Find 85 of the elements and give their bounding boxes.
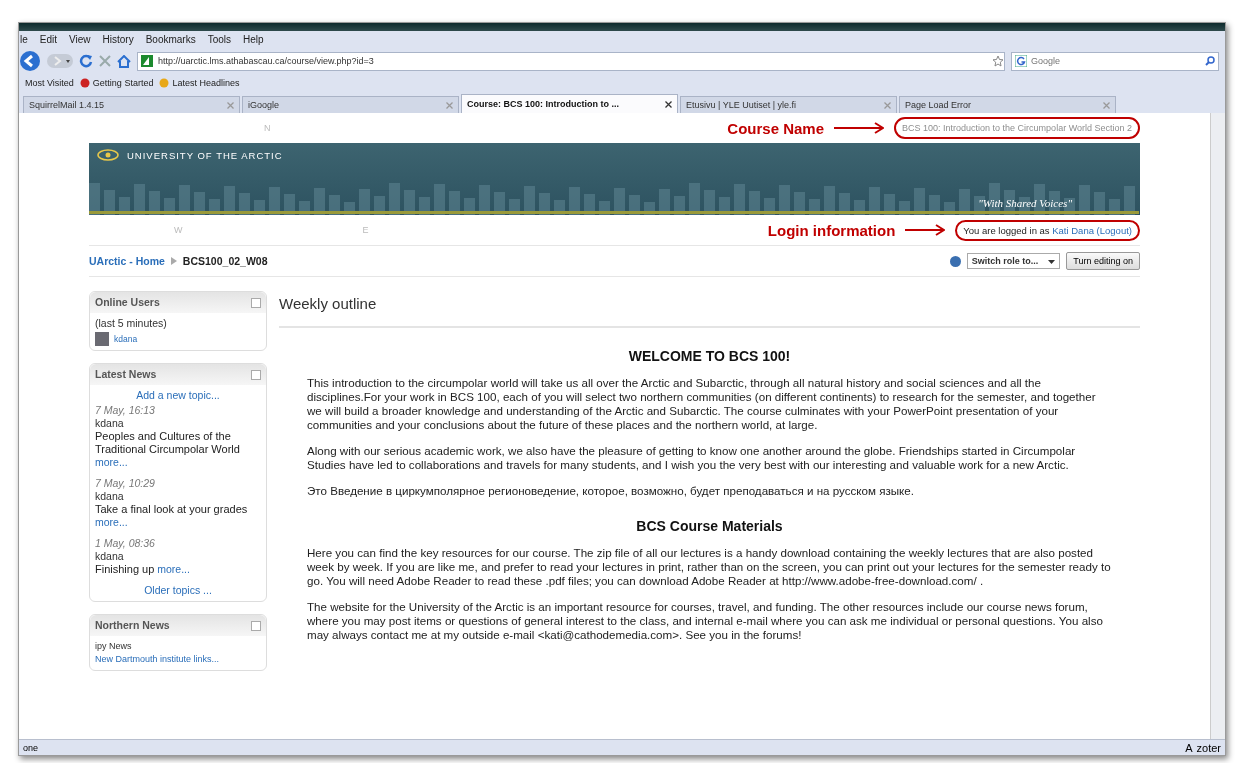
- reload-icon[interactable]: [79, 54, 93, 68]
- browser-tab[interactable]: iGoogle: [242, 96, 459, 113]
- browser-tab[interactable]: Page Load Error: [899, 96, 1116, 113]
- browser-tab[interactable]: SquirrelMail 1.4.15: [23, 96, 240, 113]
- feed-icon: [159, 78, 170, 88]
- section-heading: BCS Course Materials: [635, 518, 784, 534]
- page-title: Weekly outline: [279, 291, 1140, 328]
- role-dropdown[interactable]: Switch role to...: [966, 253, 1061, 269]
- editing-button[interactable]: Turn editing on: [1066, 252, 1140, 270]
- logout-link[interactable]: (Logout): [1096, 224, 1132, 236]
- menu-item[interactable]: View: [68, 34, 92, 45]
- breadcrumb-current: BCS100_02_W08: [182, 255, 268, 267]
- news-title: Peoples and Cultures of the Traditional Circumpolar World: [95, 430, 241, 456]
- bookmark[interactable]: Getting Started: [79, 78, 154, 88]
- more-link[interactable]: more...: [95, 456, 261, 469]
- more-link[interactable]: more...: [95, 516, 261, 529]
- bubble-icon: [79, 78, 90, 88]
- breadcrumb-link[interactable]: UArctic - Home: [89, 255, 165, 267]
- older-topics-link[interactable]: Older topics ...: [144, 584, 212, 597]
- paragraph: This introduction to the circumpolar world will take us all over the Arctic and Subarctic, through all natural history and social sciences and all the disciplines.For your work in BCS 100, each of you will select two northern communities (on different continents) to research for the semester, and together we will build a broader knowledge and understanding of the Arctic and Subarctic. The course culminates with your PowerPoint presentation of your communities and your conclusions about the future of these places and the northern world, at large.: [307, 376, 1097, 432]
- collapse-icon[interactable]: [251, 369, 261, 380]
- news-author: kdana: [95, 417, 125, 430]
- browser-tab[interactable]: Etusivu | YLE Uutiset | yle.fi: [680, 96, 897, 113]
- paragraph: The website for the University of the Arctic is an important resource for courses, travel, and funding. The other resources include our course news forum, where you may post items or questions of general interest to the class, and internal e-mail where you can ask me individual or personal questions. You also may always contact me at my outside e-mail <kati@cathodemedia.com>. See you in the forums!: [307, 600, 1104, 642]
- paragraph: Here you can find the key resources for our course. The zip file of all our lectures is a handy download containing the weekly lectures that are also posted week by week. If you are like me, and prefer to read your lectures in print, rather than on the screen, you can print out your lectures for the semester ready to go. You will need Adobe Reader to read these .pdf files; you can download Adobe Reader at http://www.adobe-free-download.com/ .: [307, 546, 1112, 588]
- search-icon[interactable]: [1205, 56, 1215, 66]
- collapse-icon[interactable]: [251, 297, 261, 308]
- news-heading: ipy News: [95, 640, 133, 653]
- separator-icon: [170, 257, 177, 265]
- news-author: kdana: [95, 550, 125, 563]
- help-icon[interactable]: [949, 255, 961, 267]
- banner-title: UNIVERSITY OF THE ARCTIC: [127, 149, 283, 161]
- login-info: You are logged in as Kati Dana (Logout): [955, 219, 1140, 241]
- avatar-icon: [95, 332, 109, 346]
- block-title: Northern News: [95, 619, 170, 632]
- menu-item[interactable]: Bookmarks: [144, 34, 197, 45]
- news-author: kdana: [95, 490, 125, 503]
- more-link[interactable]: more...: [157, 563, 190, 575]
- collapse-icon[interactable]: [251, 620, 261, 631]
- news-title: Finishing up: [95, 563, 155, 575]
- bookmark[interactable]: Latest Headlines: [159, 78, 240, 88]
- annotation-arrow: [905, 224, 946, 236]
- status-text: A: [1185, 741, 1193, 754]
- google-icon: [1015, 55, 1027, 67]
- block-note: (last 5 minutes): [95, 317, 168, 330]
- menu-item[interactable]: Tools: [206, 34, 233, 45]
- news-date: 7 May, 10:29: [95, 477, 156, 490]
- compass-label: N: [264, 123, 271, 133]
- site-icon: [141, 55, 153, 67]
- section-heading: WELCOME TO BCS 100!: [627, 348, 792, 364]
- block-title: Latest News: [95, 368, 157, 381]
- paragraph: Along with our serious academic work, we also have the pleasure of getting to know one another around the globe. Friendships started in Circumpolar Studies have led to collaborations and travels for many students, and I wish you the very best with our interesting and valuable work for a new Arctic.: [307, 444, 1077, 472]
- status-text: zoter: [1196, 741, 1221, 754]
- annotation-arrow: [834, 122, 885, 134]
- browser-tab[interactable]: Course: BCS 100: Introduction to ...: [461, 94, 678, 113]
- course-name: BCS 100: Introduction to the Circumpolar World Section 2: [894, 117, 1140, 139]
- bookmark[interactable]: Most Visited: [25, 78, 74, 88]
- annotation-label: Login information: [767, 221, 896, 239]
- annotation-label: Course Name: [727, 119, 825, 137]
- block-title: Online Users: [95, 296, 160, 309]
- add-topic-link[interactable]: Add a new topic...: [136, 389, 220, 402]
- star-icon[interactable]: [992, 55, 1004, 67]
- compass-label: W: [174, 225, 183, 235]
- address-field[interactable]: http://uarctic.lms.athabascau.ca/course/view.php?id=3: [137, 51, 1005, 71]
- menu-item[interactable]: le: [19, 34, 29, 45]
- logo-icon: [97, 149, 119, 161]
- news-title: Take a final look at your grades: [95, 503, 249, 516]
- status-text: one: [23, 742, 39, 753]
- scrollbar[interactable]: [1210, 113, 1225, 739]
- menu-item[interactable]: History: [101, 34, 135, 45]
- back-icon[interactable]: [19, 50, 41, 72]
- user-link[interactable]: Kati Dana: [1052, 224, 1094, 236]
- news-link[interactable]: New Dartmouth institute links...: [95, 653, 261, 666]
- paragraph: Это Введение в циркумполярное регионоведение, которое, возможно, будет преподаваться и на русском языке.: [307, 484, 915, 498]
- menu-item[interactable]: Edit: [38, 34, 59, 45]
- home-icon[interactable]: [117, 54, 131, 68]
- news-date: 7 May, 16:13: [95, 404, 156, 417]
- stop-icon[interactable]: [99, 55, 111, 67]
- forward-icon[interactable]: [47, 53, 73, 69]
- user-link[interactable]: kdana: [114, 332, 138, 346]
- menu-item[interactable]: Help: [242, 34, 265, 45]
- banner-motto: "With Shared Voices": [978, 197, 1072, 209]
- news-date: 1 May, 08:36: [95, 537, 156, 550]
- search-field[interactable]: Google: [1011, 51, 1219, 71]
- close-icon[interactable]: [665, 100, 672, 108]
